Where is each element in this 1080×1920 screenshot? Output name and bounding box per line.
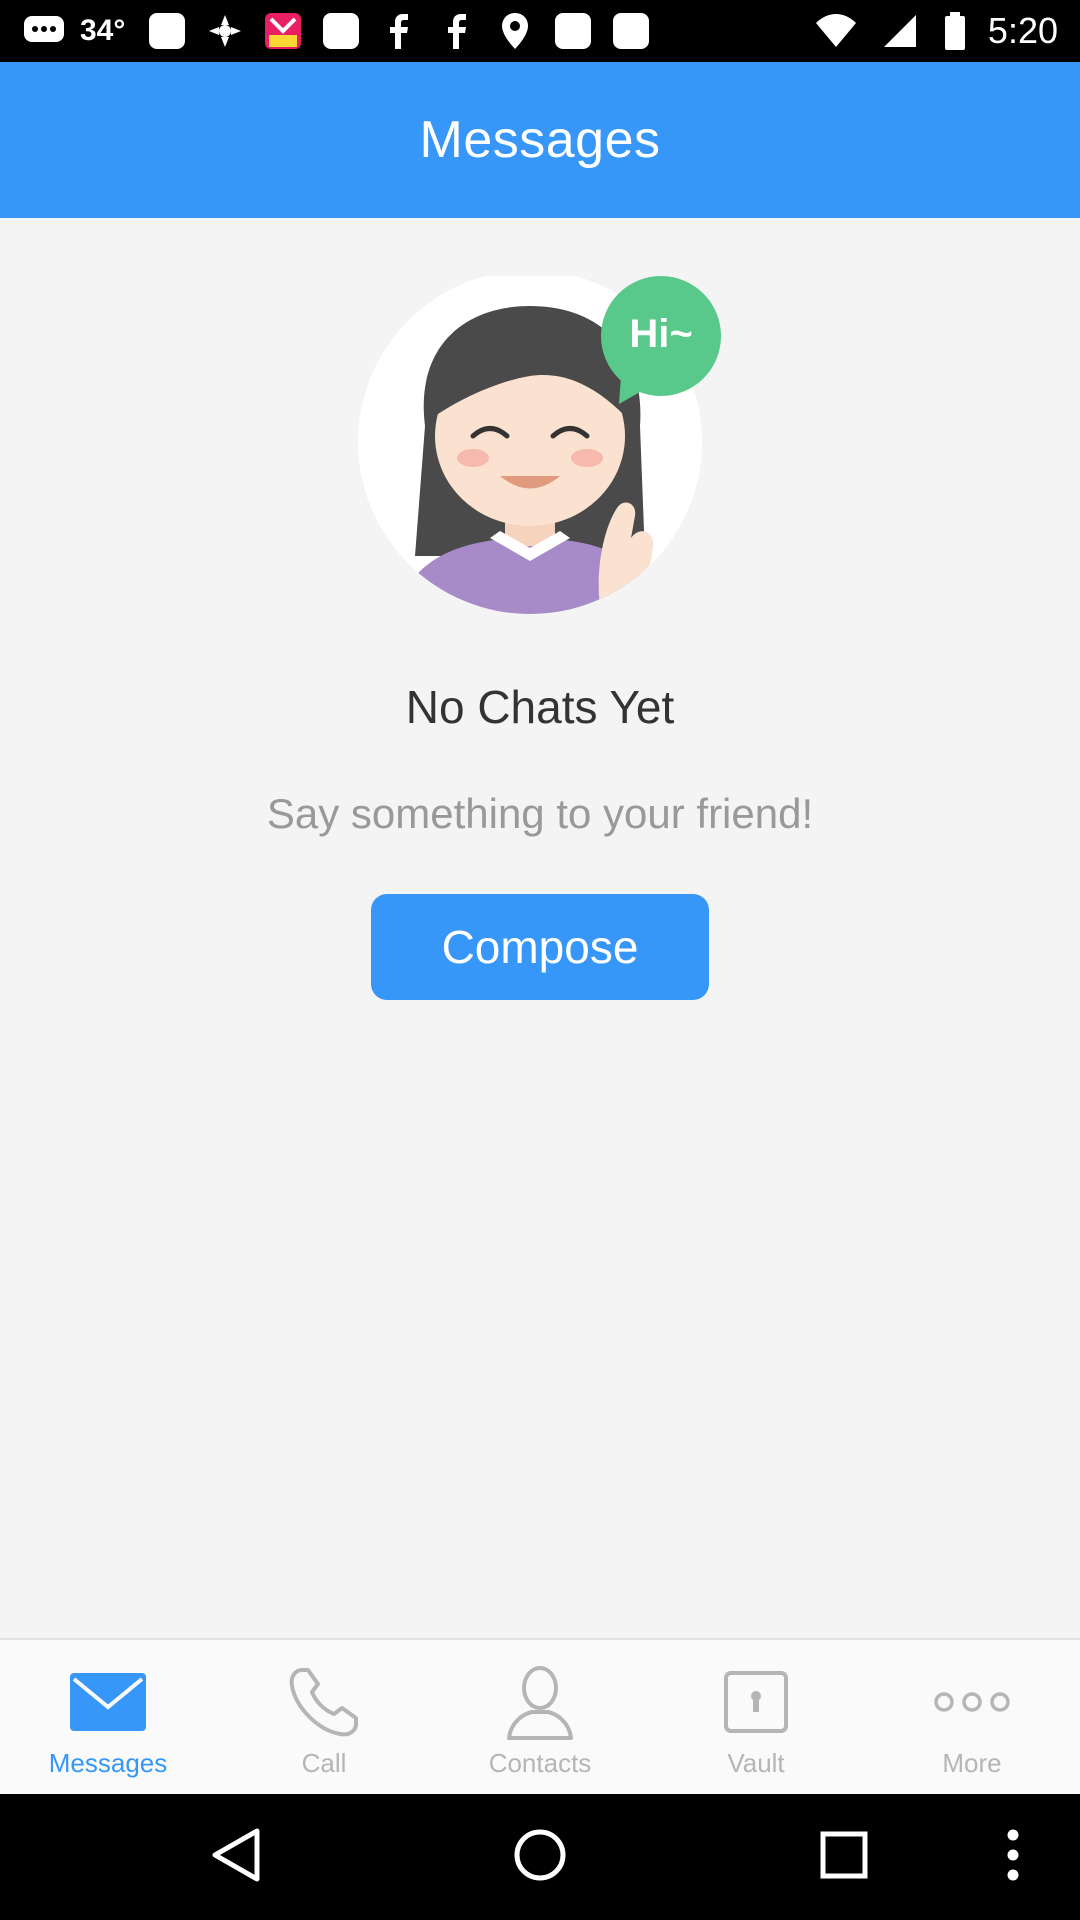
- envelope-icon: [63, 1662, 153, 1742]
- tab-label: Call: [301, 1748, 347, 1778]
- tab-label: Messages: [48, 1748, 168, 1778]
- system-nav-bar: [0, 1794, 1080, 1920]
- back-icon: [211, 1827, 261, 1888]
- square-notification-icon: [609, 11, 653, 51]
- person-icon: [495, 1662, 585, 1742]
- wifi-icon: [814, 11, 858, 51]
- temperature-readout: 34°: [80, 14, 126, 47]
- lock-icon: [711, 1662, 801, 1742]
- pop-app-icon: [261, 11, 305, 51]
- home-icon: [513, 1828, 567, 1887]
- tab-more[interactable]: More: [864, 1640, 1080, 1794]
- tab-contacts[interactable]: Contacts: [432, 1640, 648, 1794]
- pinwheel-icon: [203, 11, 247, 51]
- square-notification-icon: [319, 11, 363, 51]
- app-bar: Messages: [0, 62, 1080, 218]
- tab-label: Vault: [727, 1748, 785, 1778]
- tab-label: More: [942, 1748, 1002, 1778]
- tab-call[interactable]: Call: [216, 1640, 432, 1794]
- page-title: Messages: [419, 111, 661, 169]
- empty-state-title: No Chats Yet: [405, 681, 675, 733]
- square-notification-icon: [551, 11, 595, 51]
- tab-messages[interactable]: Messages: [0, 1640, 216, 1794]
- phone-icon: [279, 1662, 369, 1742]
- recents-button[interactable]: [784, 1794, 904, 1920]
- overflow-menu-button[interactable]: [968, 1794, 1058, 1920]
- back-button[interactable]: [176, 1794, 296, 1920]
- compose-button[interactable]: Compose: [371, 894, 709, 1000]
- more-dots-icon: [927, 1662, 1017, 1742]
- tab-label: Contacts: [488, 1748, 592, 1778]
- empty-state-subtitle: Say something to your friend!: [266, 790, 814, 837]
- bottom-tab-bar: Messages Call Contacts Vault More: [0, 1638, 1080, 1794]
- empty-state-panel: Hi~ No Chats Yet Say something to your f…: [0, 218, 1080, 1638]
- tab-vault[interactable]: Vault: [648, 1640, 864, 1794]
- hi-bubble-text: Hi~: [629, 312, 693, 356]
- recents-icon: [820, 1831, 868, 1884]
- menu-icon: [1006, 1828, 1020, 1887]
- status-right: 5:20: [814, 8, 1058, 54]
- facebook-icon: [435, 11, 479, 51]
- girl-waving-illustration: Hi~: [355, 270, 725, 616]
- status-bar: 34° 5:20: [0, 0, 1080, 62]
- home-button[interactable]: [480, 1794, 600, 1920]
- clock: 5:20: [987, 10, 1058, 51]
- hi-speech-bubble: Hi~: [599, 276, 723, 416]
- signal-icon: [878, 11, 922, 51]
- facebook-icon: [377, 11, 421, 51]
- status-left: 34°: [22, 8, 653, 54]
- battery-icon: [942, 11, 968, 51]
- square-notification-icon: [145, 11, 189, 51]
- location-pin-icon: [493, 11, 537, 51]
- chat-bubble-icon: [22, 11, 66, 51]
